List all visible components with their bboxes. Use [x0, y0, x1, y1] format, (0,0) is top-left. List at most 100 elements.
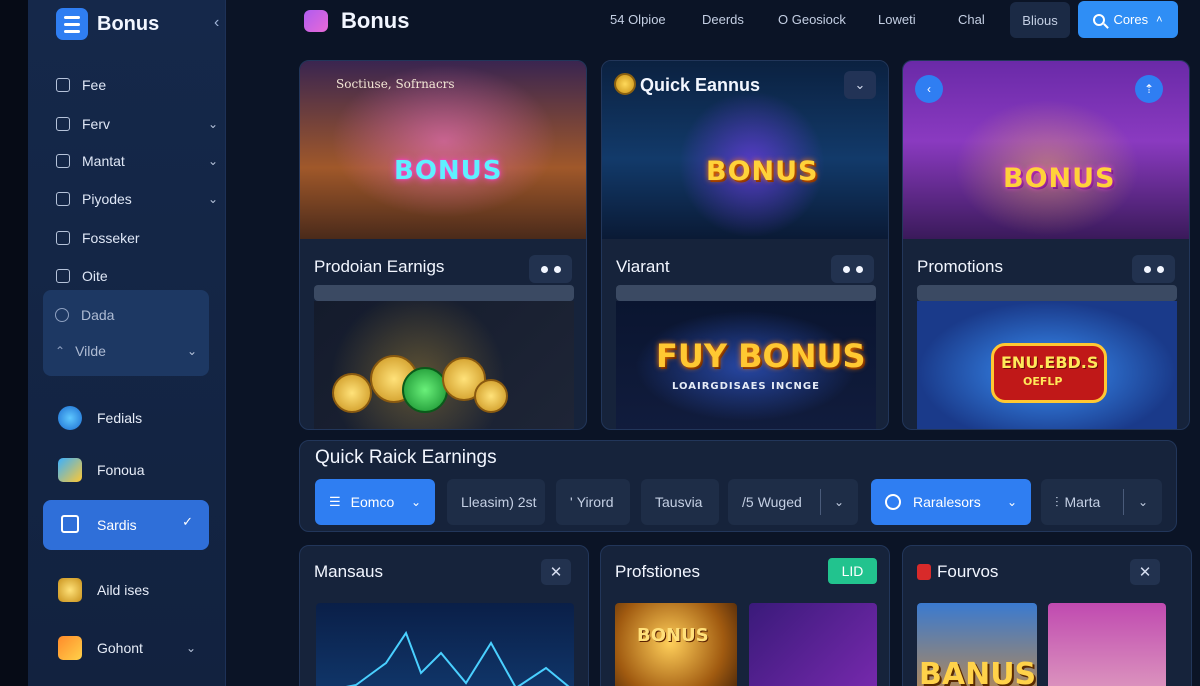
hero-label: BONUS	[706, 156, 819, 187]
filter-label: Wuged	[757, 494, 802, 510]
chevron-down-icon: ⌄	[410, 495, 421, 509]
game-card: Fourvos ✕ BANUS	[902, 545, 1192, 686]
bonus-card: Quick Eannus ⌄ BONUS Viarant FUY BONUS L…	[601, 60, 889, 430]
list-icon: ☰	[329, 494, 341, 509]
brand-title: Bonus	[97, 12, 160, 35]
sidebar-item-label: Piyodes	[82, 191, 132, 207]
search-button-label: Cores	[1113, 12, 1149, 27]
sidebar-item-sardis[interactable]: Sardis ✓	[43, 500, 209, 550]
sidebar-item-fedials[interactable]: Fedials	[58, 398, 208, 438]
nav-link[interactable]: 54 Olpioe	[610, 12, 666, 27]
sidebar-item-fosseker[interactable]: Fosseker	[56, 223, 226, 253]
nav-pill[interactable]: Blious	[1010, 2, 1070, 38]
chevron-up-icon: ˄	[1156, 13, 1163, 26]
coin-icon	[614, 73, 636, 95]
section-title: Quick Raick Earnings	[315, 447, 497, 468]
nav-link[interactable]: Deerds	[702, 12, 744, 27]
sidebar-item-gohont[interactable]: Gohont ⌄	[58, 628, 208, 668]
filter-dropdown[interactable]: /5 Wuged ⌄	[728, 479, 858, 525]
wallet-icon	[58, 458, 82, 482]
chevron-down-icon: ⌄	[1006, 495, 1017, 509]
banner-badge	[991, 343, 1107, 403]
sidebar-item-label: Fosseker	[82, 230, 140, 246]
game-thumbnail[interactable]: BONUS	[615, 603, 737, 686]
sidebar-brand[interactable]: Bonus	[56, 8, 159, 40]
sidebar-item-ferv[interactable]: Ferv ⌄	[56, 109, 226, 139]
chevron-down-icon: ⌄	[207, 117, 218, 131]
chevron-down-icon: ⌄	[207, 154, 218, 168]
square-icon	[56, 192, 70, 206]
folder-icon	[56, 117, 70, 131]
close-button[interactable]: ✕	[1130, 559, 1160, 585]
card-title: Prodoian Earnigs	[314, 257, 445, 276]
document-icon	[56, 269, 70, 283]
game-thumbnail[interactable]	[1048, 603, 1166, 686]
sidebar-item-dada[interactable]: Dada	[55, 300, 205, 330]
game-thumbnail[interactable]	[749, 603, 877, 686]
chevron-down-icon: ⌄	[833, 495, 844, 509]
more-options-button[interactable]	[1132, 255, 1175, 283]
filter-button-raralesors[interactable]: Raralesors ⌄	[871, 479, 1031, 525]
globe-icon	[58, 406, 82, 430]
bookmark-icon	[917, 564, 931, 580]
sidebar-item-mantat[interactable]: Mantat ⌄	[56, 146, 226, 176]
game-thumbnail[interactable]	[316, 603, 574, 686]
nav-link[interactable]: O Geosiock	[778, 12, 846, 27]
progress-bar	[917, 285, 1177, 301]
back-button[interactable]: ‹	[915, 75, 943, 103]
nav-link[interactable]: Loweti	[878, 12, 916, 27]
chart-glow-graphic	[345, 630, 570, 686]
filter-button[interactable]: Tausvia	[641, 479, 719, 525]
filter-label: Eomco	[350, 494, 395, 510]
chevron-down-icon: ⌄	[1137, 495, 1148, 509]
sidebar-item-label: Fedials	[97, 410, 143, 426]
sidebar-item-fee[interactable]: Fee	[56, 70, 226, 100]
card-hero-image[interactable]: Quick Eannus ⌄ BONUS	[602, 61, 888, 239]
game-thumbnail[interactable]: BANUS	[917, 603, 1037, 686]
collapse-sidebar-button[interactable]: ‹	[214, 14, 219, 32]
game-card: Profstiones LID BONUS	[600, 545, 890, 686]
thumbnail-label: BANUS	[919, 657, 1037, 686]
card-hero-image[interactable]: ‹ ⇡ BONUS	[903, 61, 1189, 239]
coin-icon	[58, 578, 82, 602]
expand-button[interactable]: ⌄	[844, 71, 876, 99]
filter-button-eomco[interactable]: ☰ Eomco ⌄	[315, 479, 435, 525]
file-icon	[56, 78, 70, 92]
sidebar-item-label: Gohont	[97, 640, 143, 656]
chip-icon	[402, 367, 448, 413]
chevron-down-icon: ⌄	[185, 641, 196, 655]
tag-icon: ʹ	[570, 494, 573, 510]
nav-link[interactable]: Chal	[958, 12, 985, 27]
top-bar: Bonus 54 Olpioe Deerds O Geosiock Loweti…	[286, 0, 1200, 46]
filter-label: Marta	[1064, 494, 1101, 510]
more-options-button[interactable]	[529, 255, 572, 283]
filter-dropdown[interactable]: ⫶ Marta ⌄	[1041, 479, 1162, 525]
search-button[interactable]: Cores ˄	[1078, 1, 1178, 38]
card-title: Mansaus	[314, 562, 383, 581]
divider	[1123, 489, 1124, 515]
hero-caption: Soctiuse, Sofrnacrs	[336, 77, 455, 91]
status-badge: LID	[828, 558, 877, 584]
promotions-card: ‹ ⇡ BONUS Promotions ENU.EBD.S OEFLP	[902, 60, 1190, 430]
filter-button[interactable]: ʹ Yirord	[556, 479, 630, 525]
thumbnail-label: BONUS	[637, 625, 709, 646]
sidebar-item-piyodes[interactable]: Piyodes ⌄	[56, 184, 226, 214]
game-card: Mansaus ✕	[299, 545, 589, 686]
coin-icon	[474, 379, 508, 413]
sidebar-item-oite[interactable]: Oite	[56, 261, 226, 291]
chevron-up-icon: ⌃	[55, 344, 66, 358]
filter-button[interactable]: Lleasim) 2st	[447, 479, 545, 525]
sidebar-item-aild-ises[interactable]: Aild ises	[58, 570, 208, 610]
sidebar-item-fonoua[interactable]: Fonoua	[58, 450, 208, 490]
close-button[interactable]: ✕	[541, 559, 571, 585]
more-options-button[interactable]	[831, 255, 874, 283]
bonus-card: Soctiuse, Sofrnacrs BONUS Prodoian Earni…	[299, 60, 587, 430]
sidebar-item-label: Fonoua	[97, 462, 145, 478]
pin-button[interactable]: ⇡	[1135, 75, 1163, 103]
sidebar-item-label: Mantat	[82, 153, 125, 169]
sidebar-item-vilde[interactable]: ⌃ Vilde ⌄	[55, 336, 205, 366]
filter-label: Raralesors	[913, 494, 981, 510]
chat-icon	[55, 308, 69, 322]
card-hero-image[interactable]: Soctiuse, Sofrnacrs BONUS	[300, 61, 586, 239]
gamepad-icon	[304, 10, 328, 32]
